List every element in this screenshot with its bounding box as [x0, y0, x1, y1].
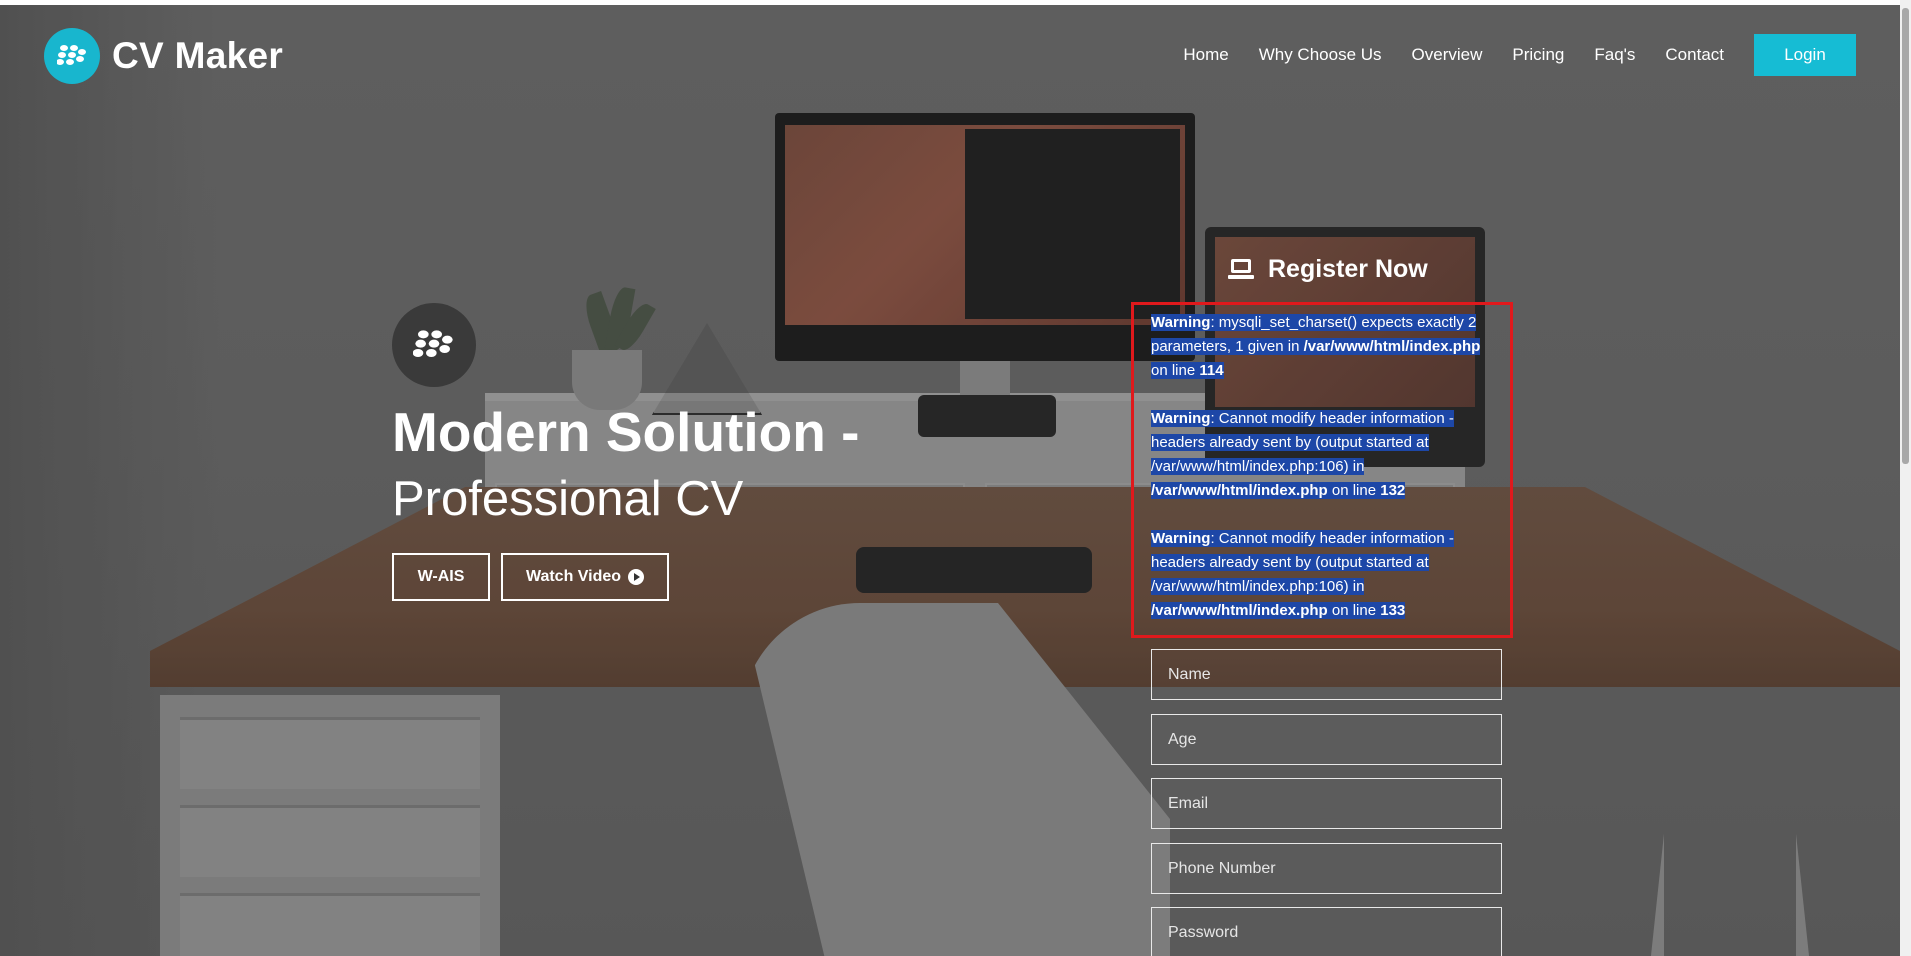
php-warning: Warning: mysqli_set_charset() expects ex… — [1151, 314, 1481, 379]
php-warning: Warning: Cannot modify header informatio… — [1151, 530, 1454, 619]
age-field[interactable] — [1151, 714, 1502, 765]
page: CV Maker Home Why Choose Us Overview Pri… — [0, 5, 1900, 956]
nav-link-faqs[interactable]: Faq's — [1594, 45, 1635, 65]
top-navbar: CV Maker Home Why Choose Us Overview Pri… — [0, 5, 1900, 105]
laptop-icon — [1228, 258, 1254, 281]
nav-link-why-choose-us[interactable]: Why Choose Us — [1259, 45, 1382, 65]
email-field[interactable] — [1151, 778, 1502, 829]
nav-link-pricing[interactable]: Pricing — [1512, 45, 1564, 65]
phone-number-field[interactable] — [1151, 843, 1502, 894]
blackberry-logo-icon — [44, 28, 100, 84]
register-header: Register Now — [1228, 255, 1428, 284]
hero-blackberry-logo-icon — [392, 303, 476, 387]
nav-link-contact[interactable]: Contact — [1665, 45, 1724, 65]
play-circle-icon — [628, 569, 645, 585]
brand-name: CV Maker — [112, 35, 284, 76]
watch-video-button[interactable]: Watch Video — [501, 553, 669, 601]
page-scrollbar[interactable] — [1900, 0, 1911, 956]
main-nav: Home Why Choose Us Overview Pricing Faq'… — [1153, 34, 1856, 76]
hero-subtitle: Professional CV — [392, 472, 744, 526]
php-warnings: Warning: mysqli_set_charset() expects ex… — [1151, 311, 1496, 647]
nav-link-overview[interactable]: Overview — [1412, 45, 1483, 65]
login-button[interactable]: Login — [1754, 34, 1856, 76]
watch-video-label: Watch Video — [525, 568, 622, 585]
w-ais-button[interactable]: W-AIS — [392, 553, 490, 601]
register-title: Register Now — [1268, 255, 1428, 283]
hero-background-image — [0, 5, 1900, 956]
password-field[interactable] — [1151, 907, 1502, 956]
scrollbar-thumb[interactable] — [1902, 8, 1909, 464]
php-warning: Warning: Cannot modify header informatio… — [1151, 410, 1454, 499]
name-field[interactable] — [1151, 649, 1502, 700]
w-ais-button-label: W-AIS — [417, 568, 465, 585]
hero-title: Modern Solution - — [392, 401, 860, 463]
brand[interactable]: CV Maker — [44, 28, 283, 84]
nav-link-home[interactable]: Home — [1183, 45, 1228, 65]
